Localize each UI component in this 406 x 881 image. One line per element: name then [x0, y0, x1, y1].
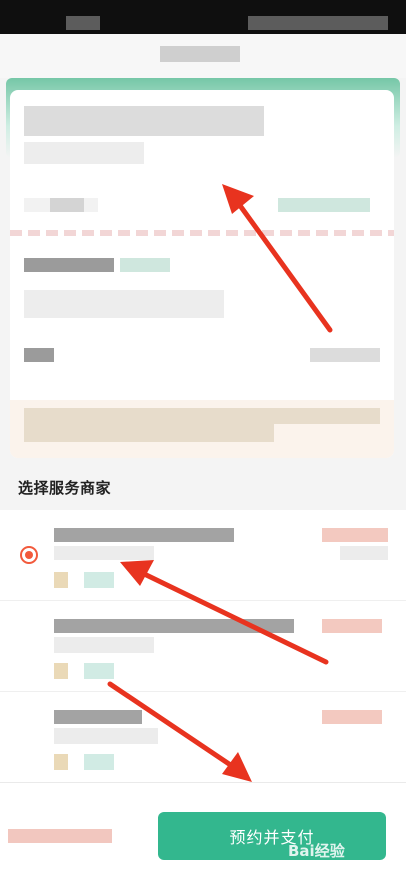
merchant-section-title: 选择服务商家 [18, 480, 112, 497]
status-blur [66, 16, 100, 30]
merchant-tag-blur [84, 663, 114, 679]
merchant-tag-blur [54, 754, 68, 770]
info-blur [24, 142, 144, 164]
info-blur [24, 290, 224, 318]
merchant-name-blur [54, 619, 294, 633]
info-blur [206, 408, 380, 424]
info-footer [10, 400, 394, 458]
merchant-tag-blur [54, 572, 68, 588]
merchant-distance-blur [340, 546, 388, 560]
merchant-name-blur [54, 528, 234, 542]
total-price-blur [8, 829, 112, 843]
merchant-item[interactable] [0, 601, 406, 692]
info-blur [24, 348, 54, 362]
merchant-info-blur [54, 728, 158, 744]
nav-bar [0, 34, 406, 78]
merchant-list [0, 510, 406, 783]
info-blur [24, 198, 98, 212]
merchant-info-blur [54, 546, 154, 560]
page-title-blur [160, 46, 240, 62]
merchant-item[interactable] [0, 510, 406, 601]
merchant-tag-blur [84, 754, 114, 770]
merchant-tag-blur [84, 572, 114, 588]
info-blur [24, 106, 264, 136]
status-blur [248, 16, 388, 30]
baidu-jingyan-watermark: Bai经验 [288, 836, 398, 864]
watermark-text: Bai经验 [288, 841, 345, 860]
info-blur [278, 198, 370, 212]
app-screen: 选择服务商家 预约并支付 Bai经验 [0, 0, 406, 881]
bottom-bar: 预约并支付 [0, 782, 406, 881]
status-bar [0, 0, 406, 34]
info-blur [24, 258, 114, 272]
order-info-card [10, 90, 394, 458]
merchant-item[interactable] [0, 692, 406, 783]
merchant-tag-blur [54, 663, 68, 679]
merchant-info-blur [54, 637, 154, 653]
merchant-price-blur [322, 619, 382, 633]
merchant-price-blur [322, 528, 388, 542]
info-blur [120, 258, 170, 272]
merchant-name-blur [54, 710, 142, 724]
info-blur [310, 348, 380, 362]
radio-selected-icon[interactable] [20, 546, 38, 564]
merchant-price-blur [322, 710, 382, 724]
card-divider [10, 230, 394, 236]
